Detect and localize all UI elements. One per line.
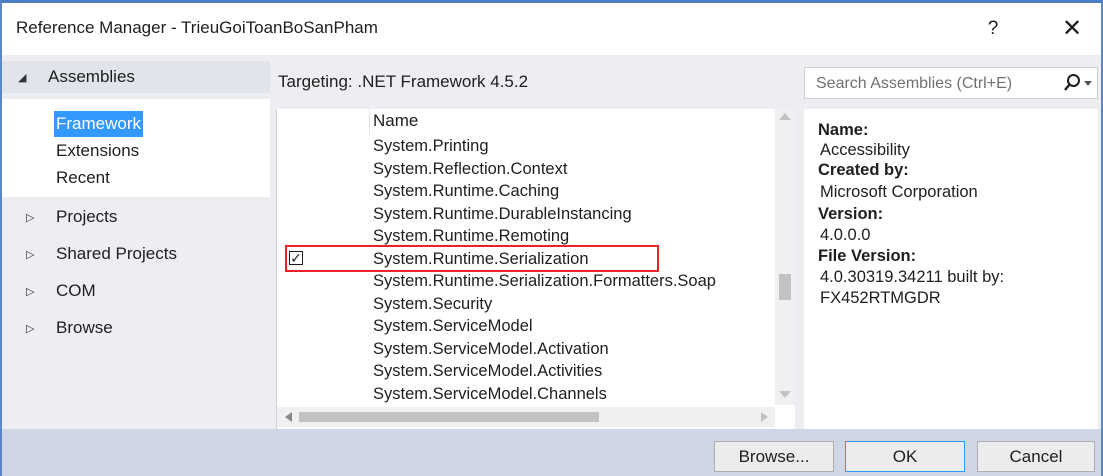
help-button[interactable]: ? [977, 15, 1009, 43]
assembly-row[interactable]: System.Runtime.Serialization.Formatters.… [277, 270, 775, 292]
nav-item-extensions[interactable]: Extensions [56, 138, 139, 164]
nav-projects-label: Projects [56, 207, 118, 226]
title-bar: Reference Manager - TrieuGoiToanBoSanPha… [2, 3, 1101, 55]
detail-version-label: Version: [818, 205, 884, 223]
assembly-row[interactable]: System.Printing [277, 135, 775, 157]
nav-projects[interactable]: ▷ Projects [26, 203, 117, 231]
horizontal-scrollbar[interactable] [277, 407, 775, 427]
nav-com[interactable]: ▷ COM [26, 277, 96, 305]
assembly-name: System.ServiceModel.Activation [373, 339, 609, 358]
search-input[interactable] [806, 69, 1058, 99]
assembly-row[interactable]: System.Runtime.DurableInstancing [277, 203, 775, 225]
close-button[interactable]: ✕ [1052, 15, 1092, 43]
assembly-name: System.Runtime.Serialization.Formatters.… [373, 272, 716, 290]
window-title: Reference Manager - TrieuGoiToanBoSanPha… [16, 18, 378, 37]
nav-browse[interactable]: ▷ Browse [26, 314, 113, 342]
detail-file-version-label: File Version: [818, 247, 917, 265]
triangle-collapsed-icon: ▷ [26, 285, 35, 298]
nav-com-label: COM [56, 281, 96, 300]
assembly-name: System.Runtime.DurableInstancing [373, 204, 632, 223]
horizontal-scroll-thumb[interactable] [299, 412, 599, 422]
detail-file-version-value: 4.0.30319.34211 built by: [820, 268, 1005, 286]
scroll-down-icon[interactable] [779, 391, 791, 398]
nav-item-framework[interactable]: Framework [54, 111, 144, 137]
assembly-name: System.ServiceModel.Activities [373, 362, 603, 380]
detail-file-version-value-2: FX452RTMGDR [820, 289, 941, 307]
footer: Browse... OK Cancel [2, 429, 1101, 476]
column-header-name[interactable]: Name [373, 111, 418, 131]
detail-name-label: Name: [818, 121, 869, 139]
nav-item-recent[interactable]: Recent [56, 165, 110, 191]
nav-shared-projects[interactable]: ▷ Shared Projects [26, 240, 177, 268]
nav-assemblies[interactable]: ◢ Assemblies [2, 61, 270, 93]
assembly-name: System.ServiceModel.Channels [373, 384, 607, 403]
column-header-check[interactable] [277, 109, 370, 135]
assemblies-subitems: Framework Extensions Recent [2, 99, 270, 197]
assembly-name: System.Printing [373, 137, 489, 155]
assembly-row[interactable]: System.Reflection.Context [277, 158, 775, 180]
ok-button[interactable]: OK [845, 441, 965, 472]
assembly-name: System.Runtime.Caching [373, 182, 560, 200]
left-navigation: ◢ Assemblies Framework Extensions Recent … [2, 55, 270, 429]
assembly-name: System.ServiceModel [373, 317, 533, 335]
assembly-row[interactable]: System.ServiceModel.Activation [277, 338, 775, 360]
assembly-name: System.Reflection.Context [373, 159, 568, 178]
search-icon[interactable] [1063, 73, 1081, 93]
assembly-row[interactable]: System.ServiceModel [277, 315, 775, 337]
nav-shared-projects-label: Shared Projects [56, 244, 177, 263]
browse-button[interactable]: Browse... [714, 441, 834, 472]
search-options-dropdown-icon[interactable] [1084, 81, 1092, 86]
assembly-list: Name System.Printing System.Reflection.Co… [276, 109, 795, 429]
cancel-button[interactable]: Cancel [977, 441, 1095, 472]
assembly-name: System.Security [373, 294, 493, 313]
list-header: Name [277, 109, 775, 135]
triangle-expanded-icon: ◢ [18, 71, 27, 84]
detail-created-value: Microsoft Corporation [820, 183, 978, 201]
detail-name-value: Accessibility [820, 141, 910, 159]
targeting-label: Targeting: .NET Framework 4.5.2 [278, 72, 529, 91]
nav-browse-label: Browse [56, 318, 113, 337]
reference-manager-dialog: Reference Manager - TrieuGoiToanBoSanPha… [0, 0, 1103, 476]
vertical-scroll-thumb[interactable] [779, 274, 791, 300]
vertical-scrollbar[interactable] [775, 109, 795, 405]
scroll-left-icon[interactable] [285, 412, 292, 422]
triangle-collapsed-icon: ▷ [26, 211, 35, 224]
nav-assemblies-row: ◢ Assemblies [18, 63, 135, 91]
assembly-row[interactable]: ✓ System.Runtime.Serialization [277, 244, 775, 272]
scroll-right-icon[interactable] [761, 412, 768, 422]
scroll-up-icon[interactable] [779, 113, 791, 120]
search-box[interactable] [804, 67, 1098, 99]
triangle-collapsed-icon: ▷ [26, 248, 35, 261]
detail-created-label: Created by: [818, 161, 909, 179]
assembly-row[interactable]: System.Security [277, 293, 775, 315]
assembly-name: System.Runtime.Serialization [373, 249, 589, 268]
list-body: System.Printing System.Reflection.Context… [277, 135, 775, 405]
nav-assemblies-label: Assemblies [48, 67, 135, 86]
details-panel: Name: Accessibility Created by: Microsof… [804, 109, 1098, 429]
assembly-row[interactable]: System.ServiceModel.Activities [277, 360, 775, 382]
assembly-row[interactable]: System.ServiceModel.Channels [277, 383, 775, 405]
triangle-collapsed-icon: ▷ [26, 322, 35, 335]
assembly-row[interactable]: System.Runtime.Caching [277, 180, 775, 202]
detail-version-value: 4.0.0.0 [820, 226, 871, 244]
